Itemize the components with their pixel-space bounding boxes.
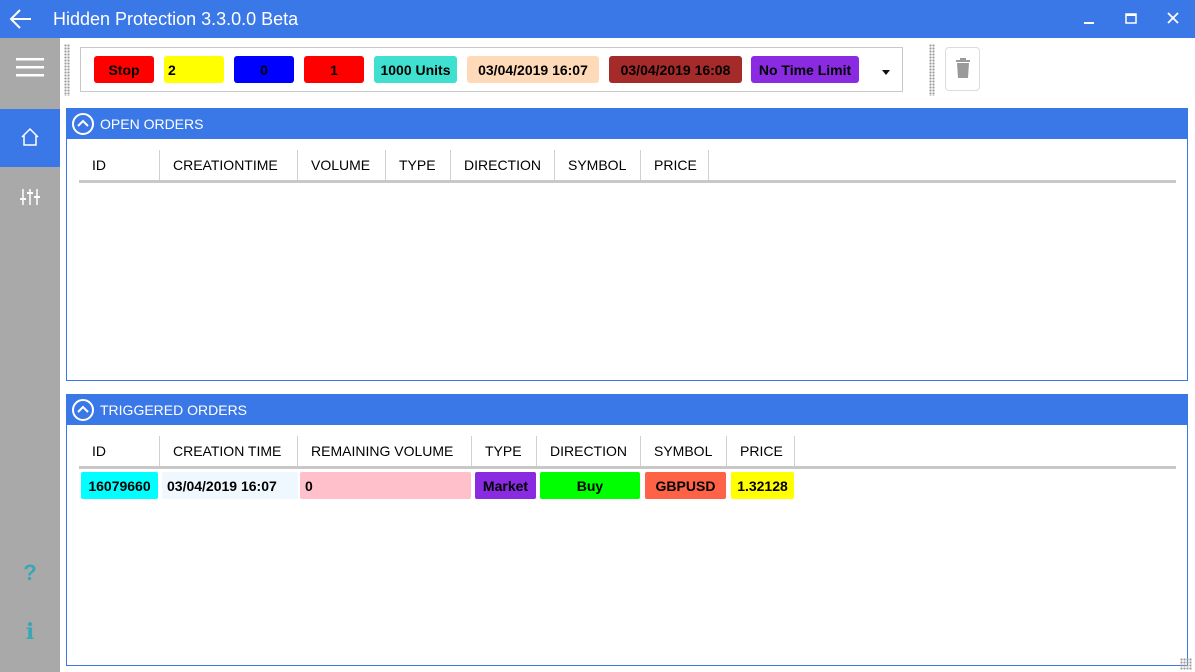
- collapse-icon[interactable]: [72, 399, 94, 421]
- column-header-remaining-volume[interactable]: REMAINING VOLUME: [298, 436, 472, 466]
- column-header-volume[interactable]: VOLUME: [298, 150, 386, 180]
- cell-id: 16079660: [81, 472, 158, 499]
- window-title: Hidden Protection 3.3.0.0 Beta: [53, 9, 299, 29]
- units-chip[interactable]: 1000 Units: [374, 56, 457, 83]
- close-icon[interactable]: [1160, 6, 1186, 32]
- sidebar-item-settings[interactable]: [0, 169, 60, 227]
- title-bar: Hidden Protection 3.3.0.0 Beta: [0, 0, 1195, 38]
- column-header-type[interactable]: TYPE: [472, 436, 537, 466]
- column-header-symbol[interactable]: SYMBOL: [641, 436, 727, 466]
- column-header-direction[interactable]: DIRECTION: [537, 436, 641, 466]
- column-header-price[interactable]: PRICE: [727, 436, 795, 466]
- column-header-direction[interactable]: DIRECTION: [451, 150, 555, 180]
- open-orders-header[interactable]: OPEN ORDERS: [67, 109, 1187, 139]
- delete-button[interactable]: [945, 47, 980, 91]
- chevron-down-icon[interactable]: [880, 65, 892, 75]
- sliders-icon: [19, 187, 41, 210]
- order-type-chip[interactable]: Stop: [94, 56, 154, 83]
- info-icon[interactable]: i: [0, 612, 60, 652]
- time-limit-chip[interactable]: No Time Limit: [751, 56, 859, 83]
- column-header-id[interactable]: ID: [79, 150, 160, 180]
- column-header-symbol[interactable]: SYMBOL: [555, 150, 641, 180]
- resize-grip[interactable]: [1180, 658, 1192, 670]
- cell-direction: Buy: [540, 472, 640, 499]
- triggered-orders-column-headers: ID CREATION TIME REMAINING VOLUME TYPE D…: [79, 436, 1176, 469]
- cell-symbol: GBPUSD: [645, 472, 726, 499]
- help-icon[interactable]: ?: [0, 553, 60, 593]
- column-header-type[interactable]: TYPE: [386, 150, 451, 180]
- sidebar: ? i: [0, 38, 60, 672]
- column-header-creation-time[interactable]: CREATION TIME: [160, 436, 298, 466]
- triggered-orders-header[interactable]: TRIGGERED ORDERS: [67, 395, 1187, 425]
- trash-icon: [954, 57, 972, 82]
- triggered-orders-panel: TRIGGERED ORDERS ID CREATION TIME REMAIN…: [66, 394, 1188, 666]
- triggered-orders-title: TRIGGERED ORDERS: [100, 402, 248, 418]
- hamburger-icon[interactable]: [0, 38, 60, 96]
- toolbar-grip-2[interactable]: [929, 44, 935, 96]
- home-icon: [20, 127, 40, 150]
- cell-type: Market: [475, 472, 536, 499]
- open-orders-panel: OPEN ORDERS ID CREATIONTIME VOLUME TYPE …: [66, 108, 1188, 381]
- start-time-chip[interactable]: 03/04/2019 16:07: [467, 56, 599, 83]
- filter-toolbar: Stop 2 0 1 1000 Units 03/04/2019 16:07 0…: [80, 47, 903, 92]
- cell-price: 1.32128: [731, 472, 794, 499]
- cell-creation-time: 03/04/2019 16:07: [162, 472, 298, 499]
- end-time-chip[interactable]: 03/04/2019 16:08: [609, 56, 742, 83]
- maximize-icon[interactable]: [1118, 6, 1144, 32]
- cell-remaining-volume: 0: [300, 472, 471, 499]
- sidebar-item-home[interactable]: [0, 109, 60, 167]
- value-chip-a[interactable]: 0: [234, 56, 294, 83]
- collapse-icon[interactable]: [72, 113, 94, 135]
- column-header-price[interactable]: PRICE: [641, 150, 709, 180]
- back-arrow-icon[interactable]: [8, 7, 34, 31]
- column-header-id[interactable]: ID: [79, 436, 160, 466]
- minimize-icon[interactable]: [1076, 6, 1102, 32]
- open-orders-column-headers: ID CREATIONTIME VOLUME TYPE DIRECTION SY…: [79, 150, 1176, 183]
- toolbar-grip[interactable]: [64, 44, 70, 96]
- quantity-chip[interactable]: 2: [164, 56, 224, 83]
- open-orders-title: OPEN ORDERS: [100, 116, 204, 132]
- value-chip-b[interactable]: 1: [304, 56, 364, 83]
- column-header-creationtime[interactable]: CREATIONTIME: [160, 150, 298, 180]
